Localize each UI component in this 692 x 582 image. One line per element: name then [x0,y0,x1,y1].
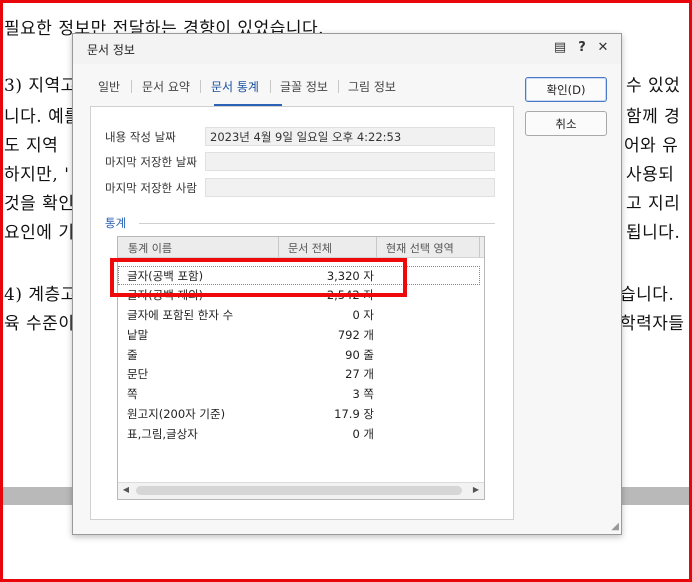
column-header-name[interactable]: 통계 이름 [128,240,172,256]
field-label-created: 내용 작성 날짜 [105,130,176,144]
row-name: 표,그림,글상자 [127,427,198,441]
tab-summary[interactable]: 문서 요약 [142,78,190,95]
doc-text-line: 3) 지역고 [4,76,77,96]
field-label-last-saved-by: 마지막 저장한 사람 [105,181,197,195]
doc-text-line: 육 수준이 [4,314,75,334]
table-row[interactable]: 원고지(200자 기준) 17.9 장 [118,404,480,423]
column-divider[interactable] [376,237,377,257]
row-name: 낱말 [127,328,149,342]
doc-text-line: 것을 확인 [4,194,75,214]
row-name: 쪽 [127,387,138,401]
resize-grip-icon[interactable]: ◢ [611,521,619,532]
annotation-highlight-box [110,258,407,297]
horizontal-scrollbar[interactable]: ◀ ▶ [118,482,484,499]
scrollbar-thumb[interactable] [136,486,462,495]
row-value: 27 개 [345,367,374,381]
tab-font-info[interactable]: 글꼴 정보 [280,78,328,95]
help-icon[interactable]: ? [574,40,590,56]
column-header-selection[interactable]: 현재 선택 영역 [386,240,454,256]
column-header-total[interactable]: 문서 전체 [288,240,332,256]
row-value: 17.9 장 [334,407,374,421]
table-row[interactable]: 줄 90 줄 [118,345,480,364]
doc-text-line: 니다. 예를 [4,107,81,127]
tab-divider [270,80,271,93]
row-value: 90 줄 [345,348,374,362]
tab-divider [338,80,339,93]
table-row[interactable]: 표,그림,글상자 0 개 [118,424,480,443]
column-divider[interactable] [278,237,279,257]
dialog-title: 문서 정보 [87,43,135,57]
doc-text-fragment: 사용되 [626,165,675,185]
row-name: 문단 [127,367,149,381]
doc-text-line: 도 지역 [4,136,59,156]
row-name: 글자에 포함된 한자 수 [127,308,234,322]
scroll-right-icon[interactable]: ▶ [470,485,482,494]
doc-text-fragment: 습니다. [620,285,675,305]
tab-image-info[interactable]: 그림 정보 [348,78,396,95]
row-value: 3 쪽 [352,387,374,401]
field-label-last-saved-date: 마지막 저장한 날짜 [105,155,197,169]
table-row[interactable]: 낱말 792 개 [118,325,480,344]
row-value: 0 개 [352,427,374,441]
doc-text-line: 하지만, ' [4,165,70,185]
tab-statistics[interactable]: 문서 통계 [211,78,259,95]
doc-text-fragment: 함께 경 [626,107,681,127]
doc-text-fragment: 고 지리 [626,194,681,214]
doc-text-fragment: 어와 유 [624,136,679,156]
field-last-saved-by-value [205,178,495,197]
statistics-panel: 내용 작성 날짜 2023년 4월 9일 일요일 오후 4:22:53 마지막 … [90,106,514,520]
doc-text-line: 요인에 기 [4,223,75,243]
section-title: 통계 [105,216,127,230]
doc-text-fragment: 됩니다. [626,223,681,243]
doc-text-fragment: 학력자들 [620,314,685,334]
dialog-titlebar[interactable]: 문서 정보 ▤ ? ✕ [73,34,621,64]
table-row[interactable]: 문단 27 개 [118,364,480,383]
scroll-left-icon[interactable]: ◀ [120,485,132,494]
field-last-saved-date-value [205,152,495,171]
doc-text-line: 4) 계층고 [4,285,77,305]
row-name: 줄 [127,348,138,362]
field-created-value: 2023년 4월 9일 일요일 오후 4:22:53 [205,127,495,146]
chat-icon[interactable]: ▤ [552,40,568,56]
table-row[interactable]: 쪽 3 쪽 [118,384,480,403]
tab-divider [131,80,132,93]
ok-button[interactable]: 확인(D) [525,77,607,102]
cancel-button[interactable]: 취소 [525,111,607,136]
table-row[interactable]: 글자에 포함된 한자 수 0 자 [118,305,480,324]
row-name: 원고지(200자 기준) [127,407,226,421]
column-divider[interactable] [479,237,480,257]
tab-general[interactable]: 일반 [98,78,120,95]
doc-text-fragment: 수 있었 [626,76,681,96]
row-value: 792 개 [337,328,374,342]
row-value: 0 자 [352,308,374,322]
tab-divider [200,80,201,93]
section-divider [139,223,495,224]
close-icon[interactable]: ✕ [595,40,611,56]
table-header: 통계 이름 문서 전체 현재 선택 영역 [118,237,484,258]
